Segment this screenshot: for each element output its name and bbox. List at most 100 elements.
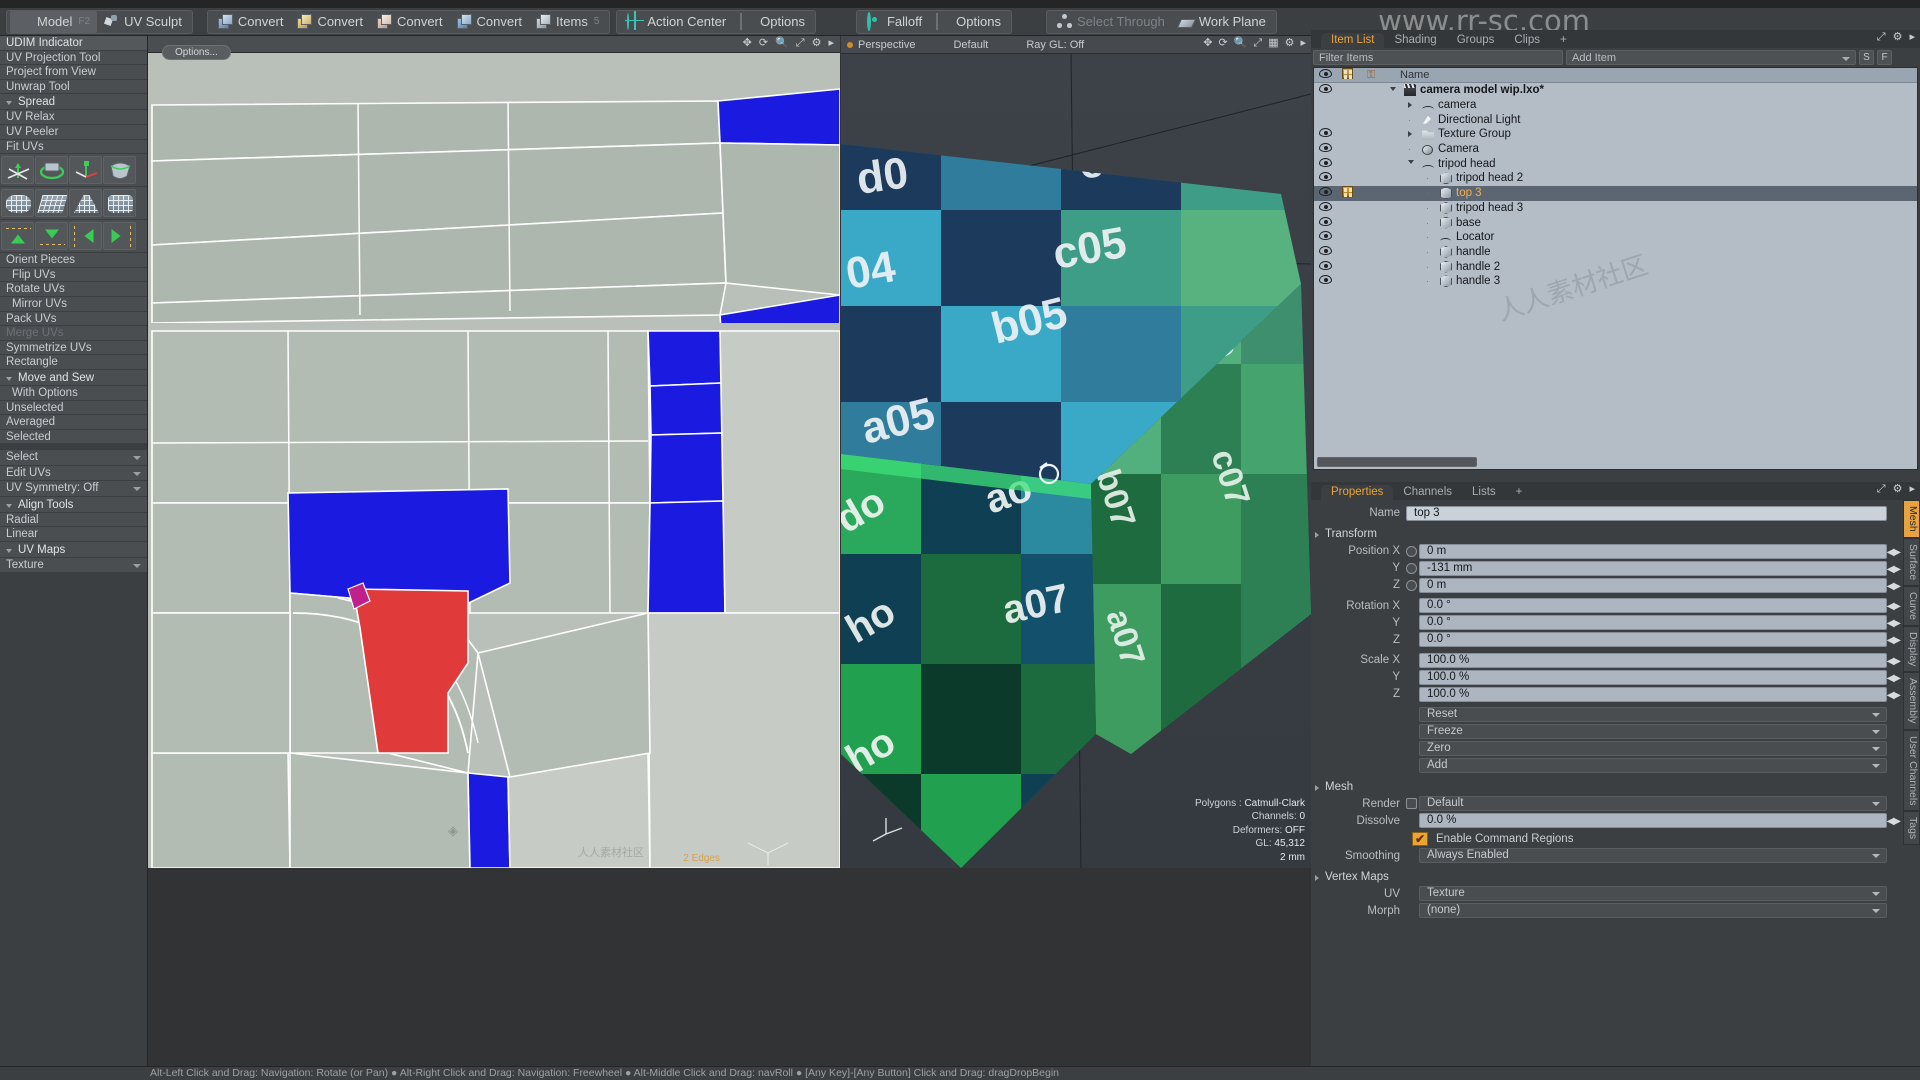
uv-editor-viewport[interactable]: ✥ ⟳ 🔍 ⤢ ⚙ ▸ Options... 2 Edges 人人素材社区 ◈ bbox=[148, 36, 840, 868]
move-right-icon[interactable] bbox=[103, 222, 136, 251]
uv-plane-icon[interactable] bbox=[35, 189, 68, 218]
sidebar-combo-select[interactable]: Select bbox=[0, 450, 147, 466]
popout-icon[interactable]: ⤢ bbox=[1877, 32, 1886, 43]
scale-x-field[interactable]: 100.0 % ◀▶ bbox=[1419, 652, 1901, 668]
toolbar-item-model[interactable]: Model F2 bbox=[10, 10, 98, 33]
tab-groups[interactable]: Groups bbox=[1447, 33, 1505, 48]
sidebar-combo-edit-uvs[interactable]: Edit UVs bbox=[0, 465, 147, 482]
spinner-icon[interactable]: ◀▶ bbox=[1887, 815, 1901, 829]
viewport-projection-label[interactable]: Perspective bbox=[858, 39, 915, 51]
sidebar-item-pack-uvs[interactable]: Pack UVs bbox=[0, 311, 147, 327]
item-list-row[interactable]: camera bbox=[1314, 98, 1917, 113]
visibility-toggle-icon[interactable] bbox=[1314, 143, 1336, 155]
move-down-icon[interactable] bbox=[35, 222, 68, 251]
rotate-icon[interactable]: ⟳ bbox=[1218, 38, 1227, 49]
sidebar-item-uv-relax[interactable]: UV Relax bbox=[0, 110, 147, 125]
toolbar-item-action-center[interactable]: Action Center bbox=[620, 11, 733, 33]
sidebar-item-linear[interactable]: Linear bbox=[0, 527, 147, 542]
viewport-3d-canvas[interactable]: d0 c0 d0 04 c05 b05 a05 bbox=[841, 53, 1311, 868]
sidebar-item-orient-pieces[interactable]: Orient Pieces bbox=[0, 253, 147, 268]
item-list-row[interactable]: · handle 3 bbox=[1314, 274, 1917, 289]
spinner-icon[interactable]: ◀▶ bbox=[1887, 600, 1901, 614]
uv-sphere-icon[interactable] bbox=[1, 189, 34, 218]
uv-options-button[interactable]: Options... bbox=[162, 45, 231, 60]
move-axis-icon[interactable] bbox=[1, 156, 34, 185]
side-tab-user-channels[interactable]: User Channels bbox=[1903, 729, 1920, 812]
sidebar-group-move-and-sew[interactable]: Move and Sew bbox=[0, 369, 147, 386]
sidebar-item-project-from-view[interactable]: Project from View bbox=[0, 65, 147, 80]
toolbar-item-work-plane[interactable]: Work Plane bbox=[1172, 11, 1273, 33]
viewport-raygl-label[interactable]: Ray GL: Off bbox=[1026, 39, 1084, 51]
item-list-row[interactable]: · Locator bbox=[1314, 230, 1917, 245]
visibility-toggle-icon[interactable] bbox=[1314, 172, 1336, 184]
item-list-row[interactable]: camera model wip.lxo* bbox=[1314, 83, 1917, 98]
visibility-toggle-icon[interactable] bbox=[1314, 157, 1336, 170]
enable-command-regions-checkbox[interactable]: ✔ bbox=[1412, 831, 1428, 846]
position-y-keyframe-icon[interactable] bbox=[1406, 562, 1417, 574]
sidebar-item-mirror-uvs[interactable]: Mirror UVs bbox=[0, 296, 147, 312]
toolbar-item-action-options[interactable]: Options bbox=[733, 11, 812, 33]
side-tab-tags[interactable]: Tags bbox=[1903, 811, 1920, 846]
expander-icon[interactable]: · bbox=[1426, 173, 1436, 183]
side-tab-assembly[interactable]: Assembly bbox=[1903, 672, 1920, 730]
zoom-icon[interactable]: 🔍 bbox=[1234, 38, 1248, 49]
sort-button[interactable]: S bbox=[1859, 50, 1874, 65]
side-tab-mesh[interactable]: Mesh bbox=[1903, 500, 1920, 538]
item-list-row[interactable]: · tripod head 2 bbox=[1314, 171, 1917, 186]
spinner-icon[interactable]: ◀▶ bbox=[1887, 580, 1901, 594]
gear-icon[interactable]: ⚙ bbox=[812, 38, 822, 49]
gear-icon[interactable]: ⚙ bbox=[1285, 38, 1295, 49]
item-list-row[interactable]: · handle bbox=[1314, 245, 1917, 260]
side-tab-display[interactable]: Display bbox=[1903, 625, 1920, 673]
menu-icon[interactable]: ▸ bbox=[1909, 32, 1915, 43]
morph-dropdown[interactable]: (none) bbox=[1419, 903, 1887, 919]
command-add-dropdown[interactable]: Add bbox=[1419, 758, 1887, 774]
name-field[interactable]: top 3 bbox=[1406, 505, 1887, 521]
position-z-field[interactable]: 0 m ◀▶ bbox=[1419, 577, 1901, 593]
item-list-row[interactable]: Texture Group bbox=[1314, 127, 1917, 142]
visibility-toggle-icon[interactable] bbox=[1314, 260, 1336, 273]
visibility-toggle-icon[interactable] bbox=[1314, 84, 1336, 96]
tab-lists[interactable]: Lists bbox=[1462, 485, 1506, 500]
item-list-row[interactable]: · Directional Light bbox=[1314, 112, 1917, 127]
menu-icon[interactable]: ▸ bbox=[1909, 484, 1915, 495]
expander-icon[interactable]: · bbox=[1426, 247, 1436, 257]
item-list-row[interactable]: · Camera bbox=[1314, 142, 1917, 157]
item-list-row[interactable]: · tripod head 3 bbox=[1314, 201, 1917, 216]
position-z-keyframe-icon[interactable] bbox=[1406, 579, 1417, 591]
tab-[interactable]: + bbox=[1550, 33, 1577, 48]
item-list-row[interactable]: · base bbox=[1314, 215, 1917, 230]
rotation-z-field[interactable]: 0.0 ° ◀▶ bbox=[1419, 632, 1901, 648]
toolbar-item-convert-2[interactable]: Convert bbox=[290, 11, 370, 33]
sidebar-item-averaged[interactable]: Averaged bbox=[0, 415, 147, 430]
viewport-menu-dot-icon[interactable] bbox=[847, 41, 853, 48]
item-list-row[interactable]: · handle 2 bbox=[1314, 259, 1917, 274]
expander-icon[interactable]: · bbox=[1426, 218, 1436, 228]
spinner-icon[interactable]: ◀▶ bbox=[1887, 617, 1901, 631]
spinner-icon[interactable]: ◀▶ bbox=[1887, 634, 1901, 648]
sidebar-item-fit-uvs[interactable]: Fit UVs bbox=[0, 139, 147, 155]
filter-items-input[interactable]: Filter Items bbox=[1313, 50, 1563, 65]
transform-section-header[interactable]: Transform bbox=[1311, 527, 1903, 542]
expander-icon[interactable]: · bbox=[1426, 188, 1436, 198]
viewport-3d[interactable]: Perspective Default Ray GL: Off ✥ ⟳ 🔍 ⤢ … bbox=[841, 36, 1311, 868]
visibility-toggle-icon[interactable] bbox=[1314, 128, 1336, 140]
sidebar-item-selected[interactable]: Selected bbox=[0, 429, 147, 445]
item-list[interactable]: ⚿ Name camera model wip.lxo* camera · Direc… bbox=[1313, 67, 1918, 470]
scale-y-field[interactable]: 100.0 % ◀▶ bbox=[1419, 669, 1901, 685]
uv-canvas[interactable]: Options... 2 Edges 人人素材社区 ◈ bbox=[148, 45, 840, 868]
fit-icon[interactable]: ⤢ bbox=[1253, 38, 1262, 49]
sidebar-group-align-tools[interactable]: Align Tools bbox=[0, 496, 147, 513]
sidebar-item-flip-uvs[interactable]: Flip UVs bbox=[0, 267, 147, 283]
visibility-toggle-icon[interactable] bbox=[1314, 245, 1336, 258]
sidebar-item-with-options[interactable]: With Options bbox=[0, 385, 147, 401]
toolbar-item-falloff-options[interactable]: Options bbox=[929, 11, 1008, 33]
toolbar-item-uv-sculpt[interactable]: UV Sculpt bbox=[97, 11, 189, 33]
selection-badge-icon[interactable] bbox=[1336, 186, 1358, 200]
tab-properties[interactable]: Properties bbox=[1321, 485, 1394, 500]
search-icon[interactable]: 🔍 bbox=[775, 38, 789, 49]
sidebar-combo-texture[interactable]: Texture bbox=[0, 557, 147, 574]
grid-icon[interactable]: ▦ bbox=[1268, 38, 1278, 49]
scale-z-field[interactable]: 100.0 % ◀▶ bbox=[1419, 686, 1901, 702]
toolbar-item-select-through[interactable]: Select Through bbox=[1050, 11, 1172, 33]
